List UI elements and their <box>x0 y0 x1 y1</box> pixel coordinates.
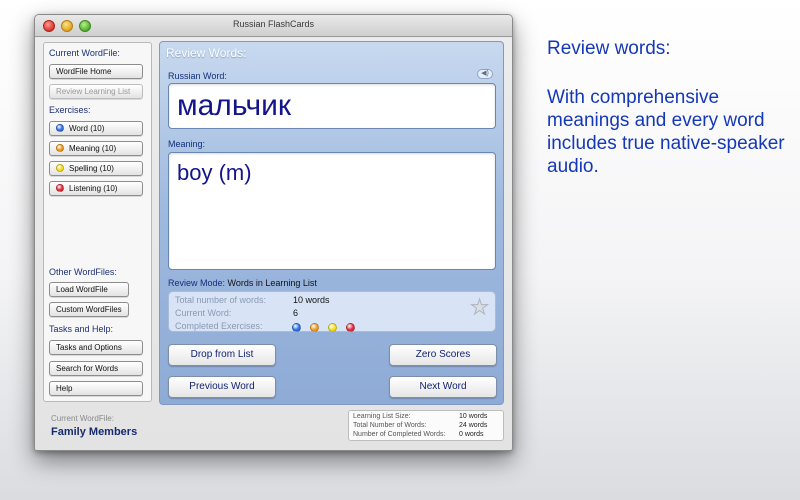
window-title: Russian FlashCards <box>232 19 315 29</box>
speaker-icon[interactable]: ◀) <box>477 69 493 79</box>
star-icon[interactable]: ★ <box>470 295 490 320</box>
custom-wordfiles-button[interactable]: Custom WordFiles <box>49 302 129 317</box>
promo-title: Review words: <box>547 38 671 59</box>
completed-words-value: 0 words <box>459 431 484 438</box>
next-word-button[interactable]: Next Word <box>389 376 497 398</box>
title-bar[interactable]: Russian FlashCards <box>35 15 512 37</box>
exercise-meaning-label: Meaning (10) <box>69 144 117 153</box>
russian-word-card: мальчик <box>168 83 496 129</box>
app-window: Russian FlashCards Current WordFile: Wor… <box>34 14 513 451</box>
blue-ball-icon <box>56 124 64 132</box>
review-mode-value: Words in Learning List <box>227 278 317 288</box>
red-ball-icon <box>346 323 355 332</box>
total-words-label: Total number of words: <box>175 295 267 305</box>
blue-ball-icon <box>292 323 301 332</box>
total-number-words-label: Total Number of Words: <box>353 422 427 429</box>
stats-box: Total number of words: 10 words Current … <box>168 291 496 332</box>
total-words-value: 10 words <box>293 295 330 305</box>
exercise-meaning-button[interactable]: Meaning (10) <box>49 141 143 156</box>
exercises-heading: Exercises: <box>49 105 91 115</box>
current-word-label: Current Word: <box>175 308 232 318</box>
review-mode: Review Mode: Words in Learning List <box>168 278 317 288</box>
exercise-spelling-label: Spelling (10) <box>69 164 114 173</box>
tasks-and-help-heading: Tasks and Help: <box>49 324 114 334</box>
review-mode-label: Review Mode: <box>168 278 226 288</box>
other-wordfiles-heading: Other WordFiles: <box>49 267 117 277</box>
previous-word-button[interactable]: Previous Word <box>168 376 276 398</box>
load-wordfile-button[interactable]: Load WordFile <box>49 282 129 297</box>
exercise-listening-button[interactable]: Listening (10) <box>49 181 143 196</box>
help-button[interactable]: Help <box>49 381 143 396</box>
learning-list-size-label: Learning List Size: <box>353 413 411 420</box>
search-for-words-button[interactable]: Search for Words <box>49 361 143 376</box>
exercise-word-label: Word (10) <box>69 124 105 133</box>
total-number-words-value: 24 words <box>459 422 488 429</box>
sidebar: Current WordFile: WordFile Home Review L… <box>43 42 152 402</box>
exercise-spelling-button[interactable]: Spelling (10) <box>49 161 143 176</box>
current-wordfile-heading: Current WordFile: <box>49 48 120 58</box>
orange-ball-icon <box>56 144 64 152</box>
exercise-listening-label: Listening (10) <box>69 184 118 193</box>
review-learning-list-button[interactable]: Review Learning List <box>49 84 143 99</box>
review-words-title: Review Words: <box>166 46 247 60</box>
window-content: Current WordFile: WordFile Home Review L… <box>35 38 512 450</box>
orange-ball-icon <box>310 323 319 332</box>
completed-exercises-label: Completed Exercises: <box>175 321 263 331</box>
yellow-ball-icon <box>56 164 64 172</box>
current-wordfile-status: Current WordFile: Family Members <box>43 410 343 442</box>
completed-words-label: Number of Completed Words: <box>353 431 446 438</box>
red-ball-icon <box>56 184 64 192</box>
current-wordfile-name: Family Members <box>51 426 138 438</box>
russian-word-label: Russian Word: <box>168 71 227 81</box>
exercise-word-button[interactable]: Word (10) <box>49 121 143 136</box>
review-panel: Review Words: Russian Word: ◀) мальчик M… <box>159 41 504 405</box>
drop-from-list-button[interactable]: Drop from List <box>168 344 276 366</box>
list-stats-box: Learning List Size: 10 words Total Numbe… <box>348 410 504 441</box>
yellow-ball-icon <box>328 323 337 332</box>
current-wordfile-status-label: Current WordFile: <box>51 414 114 423</box>
meaning-label: Meaning: <box>168 139 206 149</box>
current-word-value: 6 <box>293 308 299 318</box>
meaning-card: boy (m) <box>168 152 496 270</box>
wordfile-home-button[interactable]: WordFile Home <box>49 64 143 79</box>
tasks-and-options-button[interactable]: Tasks and Options <box>49 340 143 355</box>
learning-list-size-value: 10 words <box>459 413 488 420</box>
promo-body: With comprehensive meanings and every wo… <box>547 87 785 177</box>
zero-scores-button[interactable]: Zero Scores <box>389 344 497 366</box>
